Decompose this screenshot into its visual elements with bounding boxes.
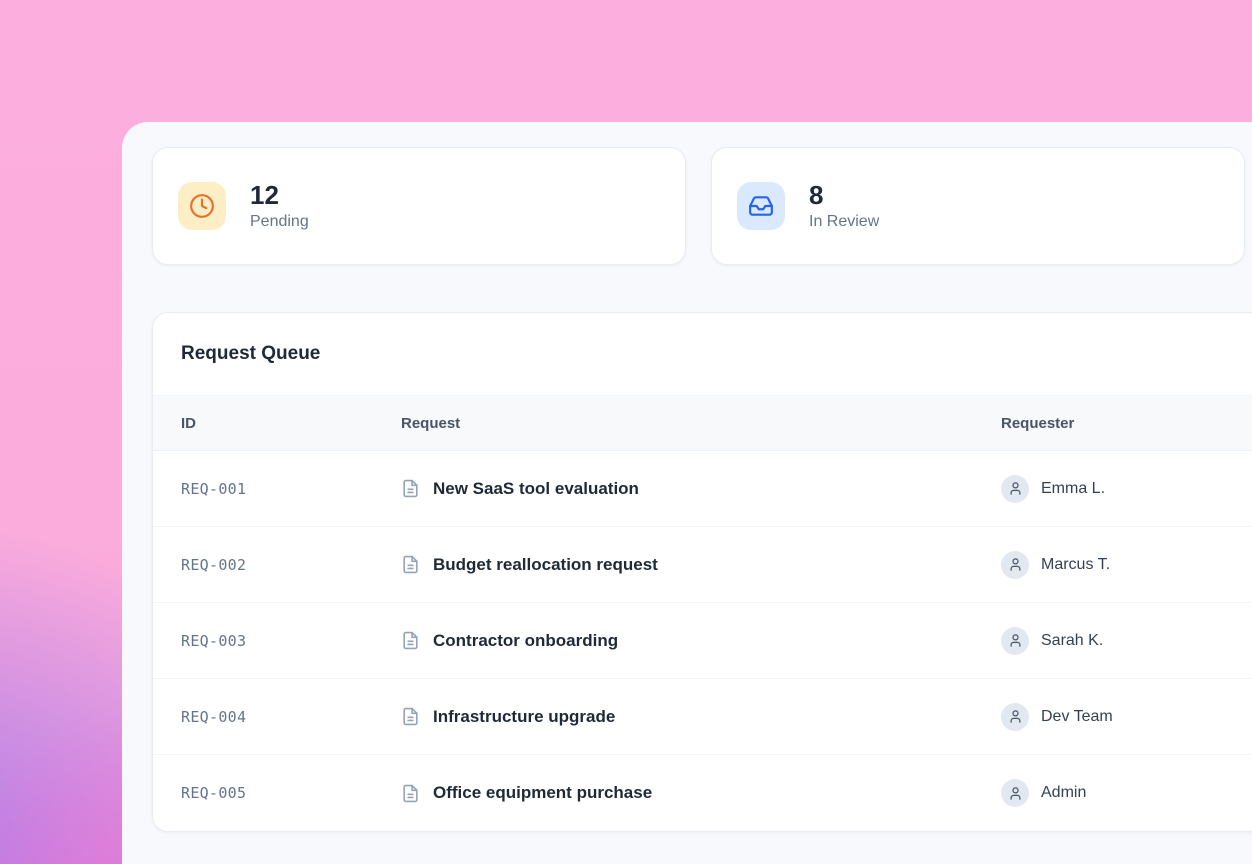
document-icon [401, 707, 420, 726]
requester-name: Marcus T. [1041, 556, 1110, 574]
request-title: Budget reallocation request [433, 555, 658, 575]
request-queue-card: Request Queue ID Request Requester REQ-0… [152, 312, 1252, 832]
document-icon [401, 784, 420, 803]
request-id: REQ-004 [181, 708, 401, 726]
request-id: REQ-001 [181, 480, 401, 498]
table-header: ID Request Requester [153, 396, 1252, 451]
avatar [1001, 779, 1029, 807]
document-icon [401, 631, 420, 650]
table-row[interactable]: REQ-003 Contractor onboarding Sarah K. [153, 603, 1252, 679]
stat-value-in-review: 8 [809, 181, 879, 211]
stat-value-pending: 12 [250, 181, 309, 211]
table-row[interactable]: REQ-004 Infrastructure upgrade Dev Team [153, 679, 1252, 755]
stat-text: 12 Pending [250, 181, 309, 232]
request-title: Office equipment purchase [433, 783, 652, 803]
table-row[interactable]: REQ-001 New SaaS tool evaluation Emma L. [153, 451, 1252, 527]
main-panel: 12 Pending 8 In Review [122, 122, 1252, 864]
column-header-request: Request [401, 415, 1001, 432]
requester-name: Emma L. [1041, 480, 1105, 498]
request-id: REQ-005 [181, 784, 401, 802]
screen: 12 Pending 8 In Review [0, 0, 1252, 864]
request-title: New SaaS tool evaluation [433, 479, 639, 499]
table-body: REQ-001 New SaaS tool evaluation Emma L. [153, 451, 1252, 831]
avatar [1001, 475, 1029, 503]
stats-row: 12 Pending 8 In Review [152, 147, 1245, 265]
avatar [1001, 551, 1029, 579]
request-id: REQ-002 [181, 556, 401, 574]
column-header-id: ID [181, 415, 401, 432]
clock-icon [178, 182, 226, 230]
queue-title: Request Queue [181, 343, 320, 365]
table-row[interactable]: REQ-005 Office equipment purchase Admin [153, 755, 1252, 831]
stat-label-in-review: In Review [809, 213, 879, 231]
table-row[interactable]: REQ-002 Budget reallocation request Marc… [153, 527, 1252, 603]
column-header-requester: Requester [1001, 415, 1252, 432]
inbox-icon [737, 182, 785, 230]
stat-card-pending: 12 Pending [152, 147, 686, 265]
requester-name: Admin [1041, 784, 1086, 802]
queue-title-bar: Request Queue [153, 313, 1252, 396]
document-icon [401, 479, 420, 498]
stat-label-pending: Pending [250, 213, 309, 231]
avatar [1001, 627, 1029, 655]
stat-text: 8 In Review [809, 181, 879, 232]
request-title: Infrastructure upgrade [433, 707, 615, 727]
requester-name: Dev Team [1041, 708, 1113, 726]
stat-card-in-review: 8 In Review [711, 147, 1245, 265]
request-title: Contractor onboarding [433, 631, 618, 651]
request-id: REQ-003 [181, 632, 401, 650]
requester-name: Sarah K. [1041, 632, 1103, 650]
avatar [1001, 703, 1029, 731]
document-icon [401, 555, 420, 574]
